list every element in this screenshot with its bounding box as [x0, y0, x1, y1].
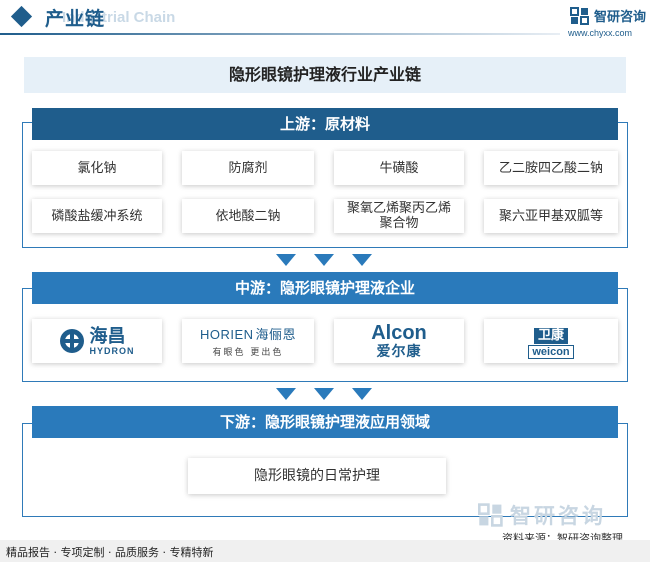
horien-cn: 海俪恩: [255, 327, 297, 342]
brand-mark-icon: [570, 6, 589, 25]
company-logo-card: 海昌 HYDRON: [32, 319, 162, 363]
hydron-cn: 海昌: [89, 325, 126, 347]
footer-bar: 精品报告 · 专项定制 · 品质服务 · 专精特新: [0, 540, 650, 562]
alcon-logo: Alcon 爱尔康: [371, 321, 427, 360]
flow-arrow-icon: [276, 254, 296, 266]
alcon-en: Alcon: [371, 321, 427, 344]
watermark-mark-icon: [478, 503, 503, 527]
hydron-mark-icon: [60, 329, 85, 353]
brand-url: www.chyxx.com: [568, 28, 633, 38]
company-logo-card: 卫康 weicon: [484, 319, 618, 363]
horien-slogan: 有眼色 更出色: [212, 348, 284, 358]
flow-arrow-icon: [352, 388, 372, 400]
weicon-logo: 卫康 weicon: [528, 324, 574, 359]
horien-en: HORIEN: [199, 327, 254, 342]
upstream-item: 聚六亚甲基双胍等: [484, 199, 618, 233]
weicon-cn: 卫康: [533, 327, 568, 344]
upstream-item: 氯化钠: [32, 151, 162, 185]
horien-logo: HORIEN 海俪恩 有眼色 更出色: [200, 324, 296, 358]
company-logo-card: HORIEN 海俪恩 有眼色 更出色: [182, 319, 314, 363]
upstream-item: 聚氧乙烯聚丙乙烯聚合物: [334, 199, 464, 233]
brand-name: 智研咨询: [594, 10, 647, 25]
upstream-item: 乙二胺四乙酸二钠: [484, 151, 618, 185]
footer-text: 精品报告 · 专项定制 · 品质服务 · 专精特新: [6, 546, 214, 559]
downstream-label: 下游：隐形眼镜护理液应用领域: [32, 406, 618, 438]
header-divider: [0, 33, 560, 35]
hydron-en: HYDRON: [89, 345, 135, 356]
watermark-logo: 智研咨询: [478, 500, 606, 530]
alcon-cn: 爱尔康: [376, 343, 422, 360]
upstream-item: 磷酸盐缓冲系统: [32, 199, 162, 233]
upstream-item: 依地酸二钠: [182, 199, 314, 233]
company-logo-card: Alcon 爱尔康: [334, 319, 464, 363]
page-header: Industrial Chain 产业链 智研咨询 www.chyxx.com: [0, 0, 650, 42]
flow-arrow-icon: [314, 254, 334, 266]
upstream-item: 牛磺酸: [334, 151, 464, 185]
main-title: 隐形眼镜护理液行业产业链: [24, 57, 626, 93]
downstream-item: 隐形眼镜的日常护理: [188, 458, 446, 494]
brand-logo: 智研咨询: [570, 6, 646, 25]
flow-arrow-icon: [352, 254, 372, 266]
upstream-label: 上游：原材料: [32, 108, 618, 140]
diamond-icon: [10, 5, 33, 28]
header-title: 产业链: [45, 8, 106, 30]
upstream-item: 防腐剂: [182, 151, 314, 185]
flow-arrow-icon: [276, 388, 296, 400]
flow-arrow-icon: [314, 388, 334, 400]
hydron-logo: 海昌 HYDRON: [59, 327, 134, 356]
midstream-label: 中游：隐形眼镜护理液企业: [32, 272, 618, 304]
weicon-en: weicon: [528, 344, 574, 359]
watermark-name: 智研咨询: [510, 504, 606, 528]
